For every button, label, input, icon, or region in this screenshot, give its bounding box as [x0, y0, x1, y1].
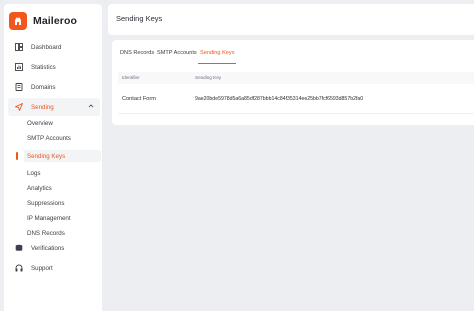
active-marker	[16, 152, 18, 160]
verifications-icon	[14, 243, 24, 253]
domains-icon	[14, 82, 24, 92]
table-row[interactable]: Contact Form 9ae20bde5978d5a6a85df287bbb…	[118, 87, 474, 114]
column-header-sending-key: Sending Key	[195, 75, 222, 80]
sidebar-subitem-label: Analytics	[27, 184, 52, 192]
column-header-identifier: Identifier	[122, 75, 140, 80]
sidebar-subitem-label: Overview	[27, 119, 53, 127]
dashboard-icon	[14, 42, 24, 52]
sidebar-subitem-label: IP Management	[27, 214, 71, 222]
sidebar-item-sending[interactable]: Sending	[8, 98, 100, 116]
sidebar-subitem-label: Sending Keys	[27, 152, 66, 160]
sidebar-item-label: Sending	[31, 103, 54, 111]
sidebar-subitem-label: Suppressions	[27, 199, 65, 207]
sidebar-subitem-dns-records[interactable]: DNS Records	[24, 227, 101, 239]
brand-name: Maileroo	[33, 15, 77, 27]
tab-bar: DNS Records SMTP Accounts Sending Keys	[112, 40, 474, 66]
sidebar-subitem-smtp-accounts[interactable]: SMTP Accounts	[24, 132, 101, 144]
sidebar-item-label: Support	[31, 264, 53, 272]
sidebar-subitem-suppressions[interactable]: Suppressions	[24, 197, 101, 209]
sidebar-subitem-sending-keys[interactable]: Sending Keys	[24, 150, 101, 162]
tab-smtp-accounts[interactable]: SMTP Accounts	[157, 50, 197, 56]
sidebar-item-statistics[interactable]: Statistics	[8, 58, 100, 76]
sidebar-subitem-ip-management[interactable]: IP Management	[24, 212, 101, 224]
statistics-icon	[14, 62, 24, 72]
sidebar-subitem-label: SMTP Accounts	[27, 134, 71, 142]
headset-icon	[14, 263, 24, 273]
maileroo-logo-icon	[9, 12, 27, 30]
sidebar-subitem-label: Logs	[27, 169, 41, 177]
sidebar-subitem-overview[interactable]: Overview	[24, 117, 101, 129]
sidebar-item-verifications[interactable]: Verifications	[8, 239, 100, 257]
sidebar-item-label: Domains	[31, 83, 56, 91]
tab-sending-keys[interactable]: Sending Keys	[200, 50, 235, 56]
sending-keys-card: DNS Records SMTP Accounts Sending Keys I…	[112, 40, 474, 125]
sidebar-subitem-analytics[interactable]: Analytics	[24, 182, 101, 194]
sending-key-cell[interactable]: 9ae20bde5978d5a6a85df287bbb14c84f35314ee…	[195, 96, 363, 102]
sidebar-item-label: Verifications	[31, 244, 65, 252]
sidebar: Maileroo Dashboard Statistics Domains Se…	[4, 4, 102, 311]
sidebar-item-label: Dashboard	[31, 43, 62, 51]
sidebar-item-dashboard[interactable]: Dashboard	[8, 38, 100, 56]
send-icon	[14, 102, 24, 112]
identifier-cell: Contact Form	[122, 96, 156, 102]
tab-dns-records[interactable]: DNS Records	[120, 50, 154, 56]
brand[interactable]: Maileroo	[9, 10, 77, 32]
sidebar-item-support[interactable]: Support	[8, 259, 100, 277]
active-tab-indicator	[198, 63, 236, 64]
chevron-up-icon[interactable]	[88, 103, 94, 111]
sidebar-subitem-label: DNS Records	[27, 229, 65, 237]
table-header: Identifier Sending Key	[118, 72, 474, 84]
sidebar-item-domains[interactable]: Domains	[8, 78, 100, 96]
page-title: Sending Keys	[116, 14, 163, 23]
sidebar-subitem-logs[interactable]: Logs	[24, 167, 101, 179]
page-header: Sending Keys	[108, 4, 474, 35]
sidebar-item-label: Statistics	[31, 63, 56, 71]
